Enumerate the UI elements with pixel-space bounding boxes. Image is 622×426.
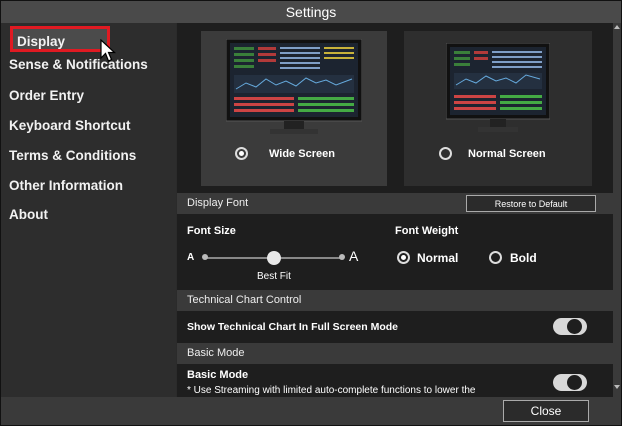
settings-sidebar: Display Sense & Notifications Order Entr… <box>1 23 176 397</box>
font-size-value: Best Fit <box>257 271 291 282</box>
weight-bold-radio[interactable] <box>489 251 502 264</box>
sidebar-item-sense-notifications[interactable]: Sense & Notifications <box>9 57 174 72</box>
weight-normal-label: Normal <box>417 251 459 265</box>
content-scrollbar[interactable] <box>613 23 621 397</box>
scroll-up-icon[interactable] <box>614 25 620 29</box>
sidebar-item-order-entry[interactable]: Order Entry <box>9 88 174 103</box>
wide-screen-radio[interactable] <box>235 147 248 160</box>
normal-screen-radio[interactable] <box>439 147 452 160</box>
weight-normal-radio[interactable] <box>397 251 410 264</box>
technical-fullscreen-label: Show Technical Chart In Full Screen Mode <box>187 321 399 333</box>
font-size-label: Font Size <box>187 225 236 237</box>
sidebar-item-display[interactable]: Display <box>10 26 110 52</box>
font-size-small-glyph: A <box>187 252 195 263</box>
font-size-slider-knob[interactable] <box>267 251 281 265</box>
scroll-down-icon[interactable] <box>614 385 620 389</box>
display-settings-panel: Wide Screen Normal Screen Display Font R… <box>177 23 613 397</box>
font-weight-label: Font Weight <box>395 225 459 237</box>
normal-screen-label: Normal Screen <box>468 148 546 160</box>
font-size-large-glyph: A <box>349 248 359 264</box>
weight-bold-label: Bold <box>510 251 537 265</box>
font-size-slider-tick <box>202 254 208 260</box>
basic-mode-label: Basic Mode <box>187 369 249 381</box>
basic-mode-description: * Use Streaming with limited auto-comple… <box>187 385 476 396</box>
wide-screen-label: Wide Screen <box>269 148 335 160</box>
normal-screen-option[interactable]: Normal Screen <box>404 31 592 186</box>
basic-mode-toggle[interactable] <box>553 374 587 391</box>
font-size-slider-tick <box>339 254 345 260</box>
technical-chart-header: Technical Chart Control <box>177 290 613 311</box>
sidebar-item-about[interactable]: About <box>9 207 174 222</box>
technical-fullscreen-toggle[interactable] <box>553 318 587 335</box>
sidebar-item-terms-conditions[interactable]: Terms & Conditions <box>9 148 174 163</box>
wide-monitor-icon <box>226 39 362 134</box>
window-title: Settings <box>1 1 621 23</box>
basic-mode-header: Basic Mode <box>177 343 613 364</box>
close-button[interactable]: Close <box>503 400 589 422</box>
mouse-cursor-icon <box>100 39 117 62</box>
restore-default-button[interactable]: Restore to Default <box>466 195 596 212</box>
settings-window: Settings Display Sense & Notifications O… <box>0 0 622 426</box>
wide-screen-option[interactable]: Wide Screen <box>201 31 387 186</box>
sidebar-item-keyboard-shortcut[interactable]: Keyboard Shortcut <box>9 118 174 133</box>
normal-monitor-icon <box>446 43 550 132</box>
sidebar-item-other-information[interactable]: Other Information <box>9 178 174 193</box>
